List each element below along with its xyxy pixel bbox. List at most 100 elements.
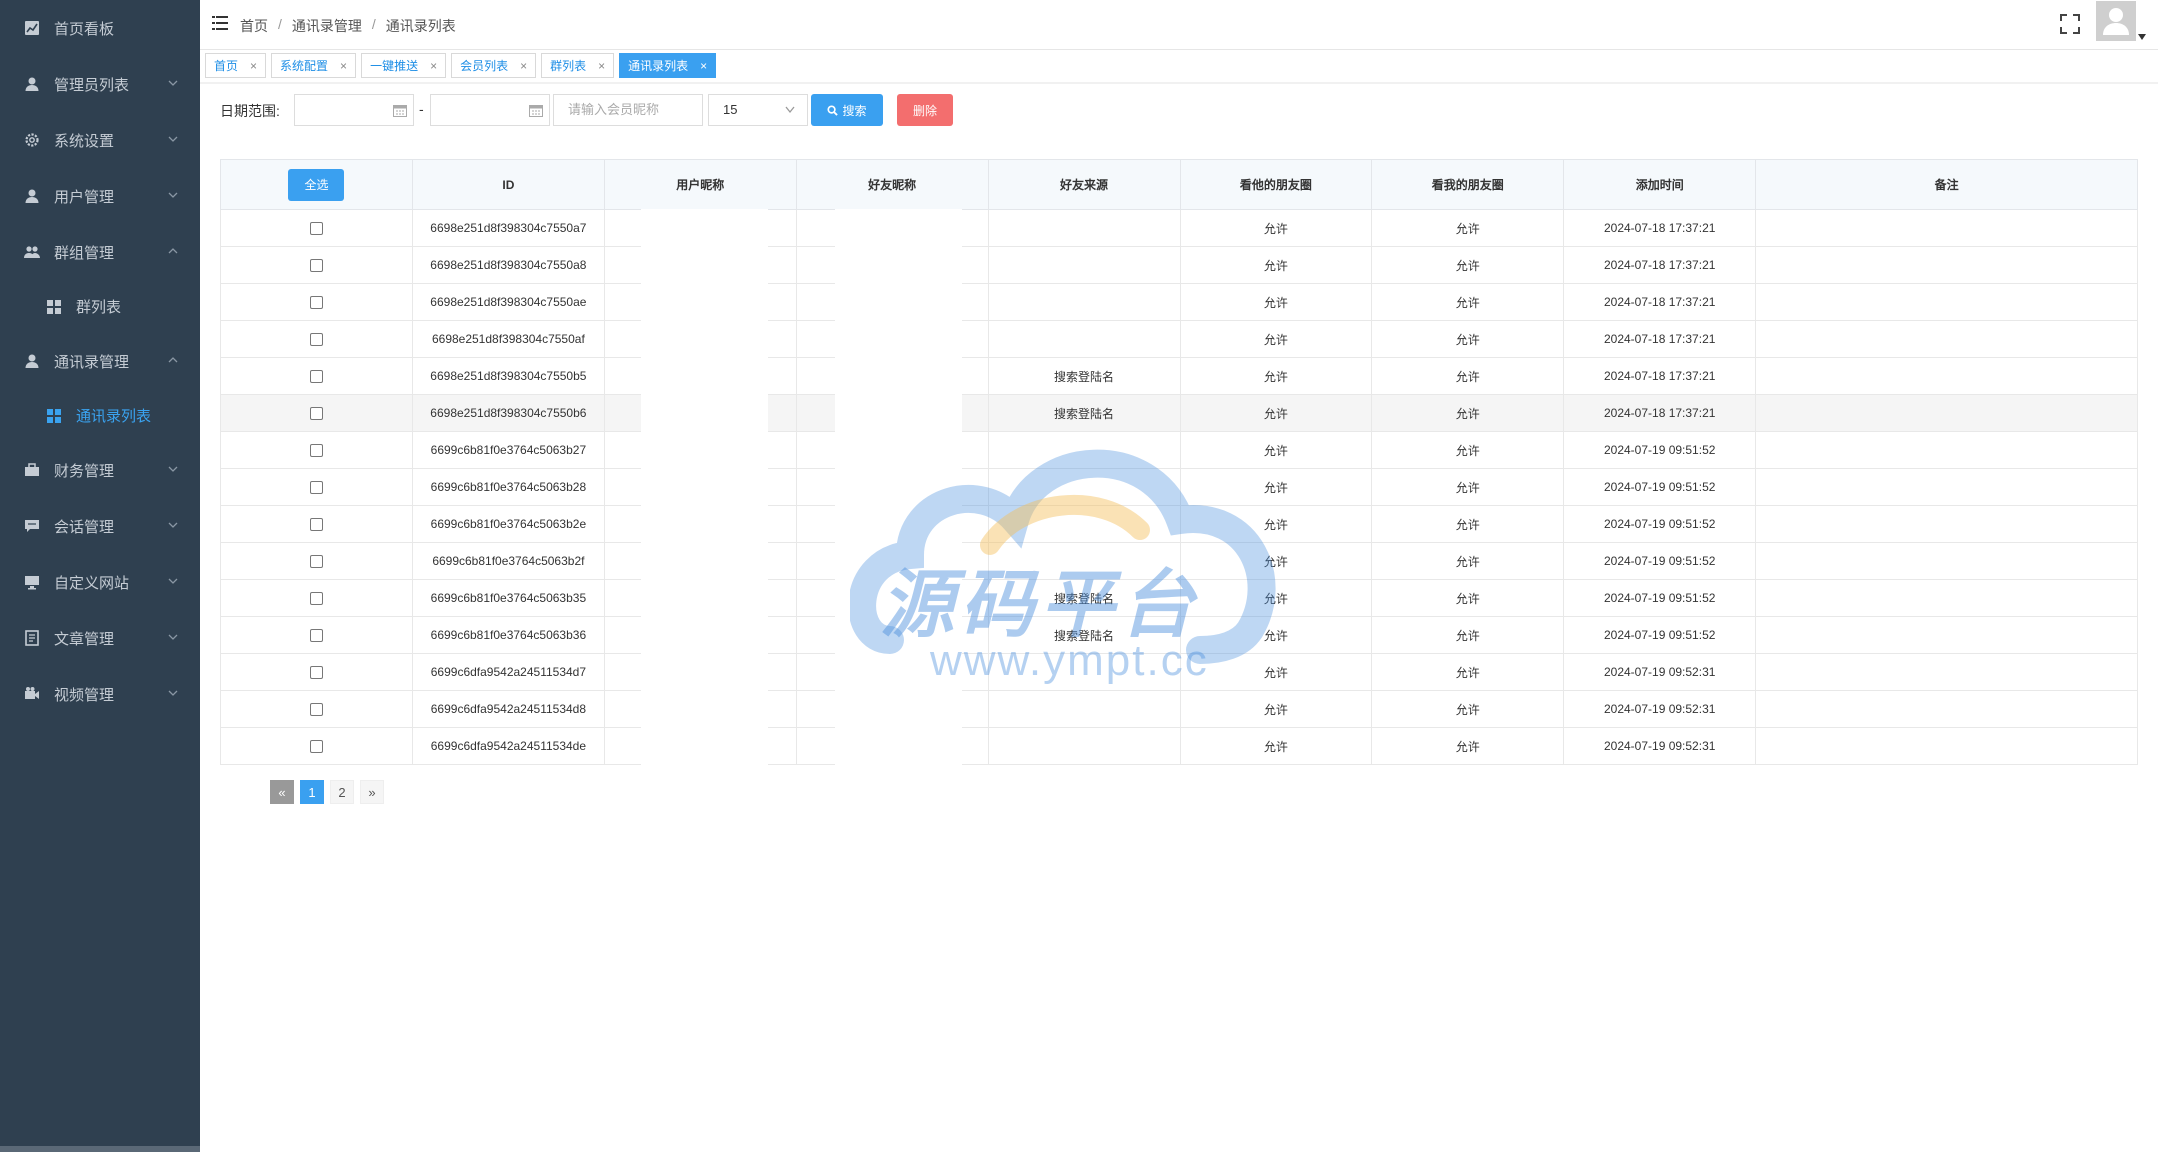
sidebar-item-label: 用户管理 bbox=[54, 188, 115, 206]
tab-5[interactable]: 通讯录列表 × bbox=[619, 53, 717, 78]
sidebar-item-label: 系统设置 bbox=[54, 132, 115, 150]
delete-button[interactable]: 删除 bbox=[897, 94, 953, 126]
sidebar-item-12[interactable]: 视频管理 bbox=[0, 666, 200, 722]
page-size-select[interactable]: 15 bbox=[708, 94, 808, 126]
cell-view-his-moments: 允许 bbox=[1179, 690, 1373, 728]
close-icon[interactable]: × bbox=[598, 59, 605, 73]
row-checkbox[interactable] bbox=[309, 259, 323, 273]
chevron-down-icon bbox=[785, 106, 795, 114]
cell-id: 6698e251d8f398304c7550b6 bbox=[411, 394, 605, 432]
row-checkbox[interactable] bbox=[309, 629, 323, 643]
row-checkbox[interactable] bbox=[309, 333, 323, 347]
table-row[interactable]: 6699c6b81f0e3764c5063b2e 允许 允许 2024-07-19 0… bbox=[220, 505, 2138, 544]
close-icon[interactable]: × bbox=[520, 59, 527, 73]
cell-add-time: 2024-07-18 17:37:21 bbox=[1563, 209, 1757, 247]
close-icon[interactable]: × bbox=[340, 59, 347, 73]
tab-label: 通讯录列表 bbox=[628, 59, 689, 73]
table-row[interactable]: 6698e251d8f398304c7550a8 允许 允许 2024-07-18 1… bbox=[220, 246, 2138, 285]
row-checkbox[interactable] bbox=[309, 444, 323, 458]
cell-user-nickname bbox=[603, 283, 797, 322]
pagination-page-1[interactable]: 1 bbox=[300, 780, 324, 804]
row-checkbox[interactable] bbox=[309, 481, 323, 495]
pagination-next[interactable]: » bbox=[360, 780, 384, 804]
table-row[interactable]: 6699c6dfa9542a24511534d7 允许 允许 2024-07-19 0… bbox=[220, 653, 2138, 692]
column-header-view-my-moments: 看我的朋友圈 bbox=[1371, 159, 1565, 210]
row-checkbox[interactable] bbox=[309, 666, 323, 680]
row-checkbox[interactable] bbox=[309, 407, 323, 421]
tab-4[interactable]: 群列表 × bbox=[541, 53, 615, 78]
cell-user-nickname bbox=[603, 616, 797, 655]
pagination-page-2[interactable]: 2 bbox=[330, 780, 354, 804]
row-checkbox[interactable] bbox=[309, 518, 323, 532]
date-range-dash: - bbox=[419, 101, 424, 117]
sidebar-item-3[interactable]: 用户管理 bbox=[0, 168, 200, 224]
table-row[interactable]: 6699c6b81f0e3764c5063b27 允许 允许 2024-07-19 0… bbox=[220, 431, 2138, 470]
sidebar-item-10[interactable]: 自定义网站 bbox=[0, 554, 200, 610]
chevron-down-icon bbox=[168, 522, 178, 528]
table-row[interactable]: 6698e251d8f398304c7550b5 搜索登陆名 允许 允许 2024-07… bbox=[220, 357, 2138, 396]
nickname-search-input[interactable]: 请输入会员昵称 bbox=[553, 94, 703, 126]
table-row[interactable]: 6698e251d8f398304c7550b6 搜索登陆名 允许 允许 2024-07… bbox=[220, 394, 2138, 433]
tab-1[interactable]: 系统配置 × bbox=[271, 53, 357, 78]
tabs-divider bbox=[200, 82, 2158, 84]
row-select-cell bbox=[220, 394, 413, 432]
sidebar-item-4[interactable]: 群组管理 bbox=[0, 224, 200, 280]
row-checkbox[interactable] bbox=[309, 370, 323, 384]
sidebar-item-6[interactable]: 通讯录管理 bbox=[0, 333, 200, 389]
row-select-cell bbox=[220, 616, 413, 654]
sidebar-item-7[interactable]: 通讯录列表 bbox=[0, 389, 200, 442]
cell-remark bbox=[1755, 394, 2138, 432]
close-icon[interactable]: × bbox=[430, 59, 437, 73]
sidebar-item-2[interactable]: 系统设置 bbox=[0, 112, 200, 168]
pagination-prev[interactable]: « bbox=[270, 780, 294, 804]
table-row[interactable]: 6699c6b81f0e3764c5063b35 搜索登陆名 允许 允许 2024-07… bbox=[220, 579, 2138, 618]
menu-toggle-icon[interactable] bbox=[212, 16, 228, 30]
fullscreen-icon[interactable] bbox=[2060, 14, 2080, 34]
table-row[interactable]: 6699c6b81f0e3764c5063b2f 允许 允许 2024-07-19 0… bbox=[220, 542, 2138, 581]
start-date-input[interactable] bbox=[294, 94, 414, 126]
close-icon[interactable]: × bbox=[700, 59, 707, 73]
caret-down-icon[interactable] bbox=[2138, 34, 2146, 40]
cell-friend-source bbox=[987, 542, 1181, 580]
select-all-button[interactable]: 全选 bbox=[288, 168, 345, 201]
row-checkbox[interactable] bbox=[309, 555, 323, 569]
sidebar-item-5[interactable]: 群列表 bbox=[0, 280, 200, 333]
tab-0[interactable]: 首页 × bbox=[205, 53, 267, 78]
search-button[interactable]: 搜索 bbox=[811, 94, 883, 126]
cell-user-nickname bbox=[603, 727, 797, 766]
close-icon[interactable]: × bbox=[250, 59, 257, 73]
table-row[interactable]: 6698e251d8f398304c7550a7 允许 允许 2024-07-18 1… bbox=[220, 209, 2138, 248]
cell-friend-source bbox=[987, 690, 1181, 728]
table-row[interactable]: 6699c6dfa9542a24511534d8 允许 允许 2024-07-19 0… bbox=[220, 690, 2138, 729]
cell-friend-source: 搜索登陆名 bbox=[987, 579, 1181, 617]
tab-2[interactable]: 一键推送 × bbox=[361, 53, 447, 78]
row-checkbox[interactable] bbox=[309, 592, 323, 606]
sidebar-item-9[interactable]: 会话管理 bbox=[0, 498, 200, 554]
breadcrumb-home[interactable]: 首页 bbox=[240, 16, 268, 36]
cell-user-nickname bbox=[603, 690, 797, 729]
sidebar-item-11[interactable]: 文章管理 bbox=[0, 610, 200, 666]
chevron-down-icon bbox=[168, 192, 178, 198]
table-row[interactable]: 6699c6b81f0e3764c5063b36 搜索登陆名 允许 允许 2024-07… bbox=[220, 616, 2138, 655]
table-row[interactable]: 6698e251d8f398304c7550af 允许 允许 2024-07-18 1… bbox=[220, 320, 2138, 359]
cell-view-my-moments: 允许 bbox=[1371, 209, 1565, 247]
contacts-table: 全选 ID 用户昵称 好友昵称 好友来源 看他的朋友圈 看我的朋友圈 添加时间 … bbox=[220, 159, 2138, 766]
row-checkbox[interactable] bbox=[309, 296, 323, 310]
avatar[interactable] bbox=[2096, 1, 2136, 41]
row-checkbox[interactable] bbox=[309, 740, 323, 754]
end-date-input[interactable] bbox=[430, 94, 550, 126]
cell-remark bbox=[1755, 283, 2138, 321]
tab-3[interactable]: 会员列表 × bbox=[451, 53, 537, 78]
row-select-cell bbox=[220, 653, 413, 691]
sidebar-item-0[interactable]: 首页看板 bbox=[0, 0, 200, 56]
table-row[interactable]: 6699c6dfa9542a24511534de 允许 允许 2024-07-19 0… bbox=[220, 727, 2138, 766]
cell-view-my-moments: 允许 bbox=[1371, 653, 1565, 691]
breadcrumb-section[interactable]: 通讯录管理 bbox=[292, 16, 362, 36]
row-checkbox[interactable] bbox=[309, 703, 323, 717]
table-row[interactable]: 6699c6b81f0e3764c5063b28 允许 允许 2024-07-19 0… bbox=[220, 468, 2138, 507]
sidebar-item-8[interactable]: 财务管理 bbox=[0, 442, 200, 498]
row-checkbox[interactable] bbox=[309, 222, 323, 236]
sidebar-item-1[interactable]: 管理员列表 bbox=[0, 56, 200, 112]
table-row[interactable]: 6698e251d8f398304c7550ae 允许 允许 2024-07-18 1… bbox=[220, 283, 2138, 322]
cell-view-his-moments: 允许 bbox=[1179, 283, 1373, 321]
